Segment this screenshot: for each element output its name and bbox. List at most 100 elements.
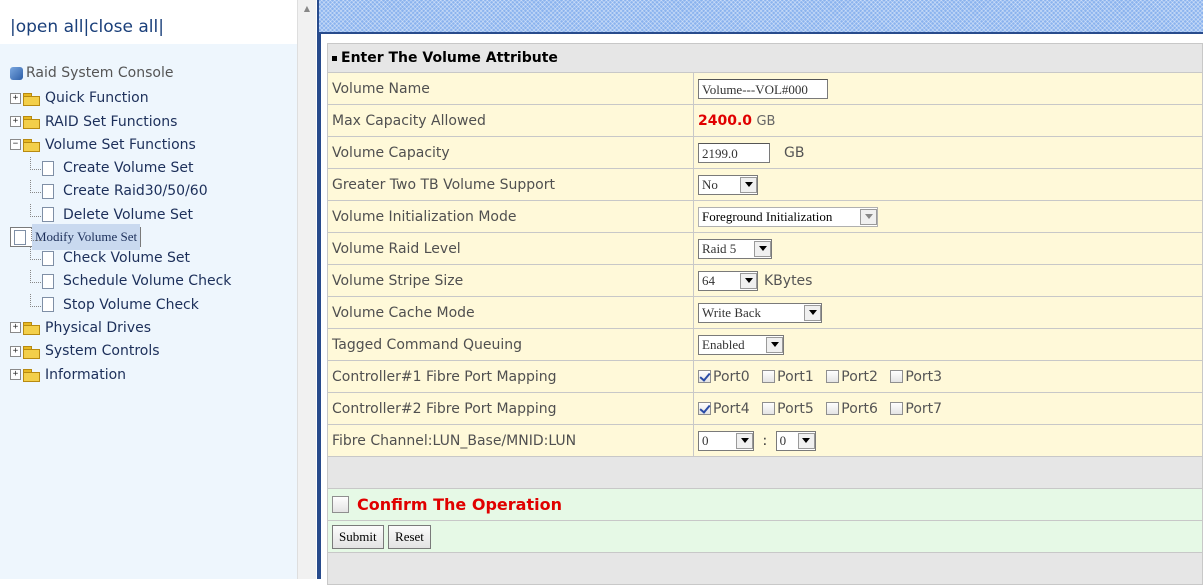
- expand-icon[interactable]: +: [10, 116, 21, 128]
- close-all-link[interactable]: close all: [89, 17, 158, 37]
- port4-checkbox[interactable]: [698, 402, 711, 415]
- tree-item-quick-function[interactable]: + Quick Function: [10, 87, 234, 110]
- stripe-size-label: Volume Stripe Size: [327, 264, 694, 297]
- row-init-mode: Volume Initialization Mode Foreground In…: [327, 200, 1203, 233]
- folder-icon: [23, 116, 40, 130]
- collapse-icon[interactable]: −: [10, 139, 21, 151]
- nav-scrollbar[interactable]: ▲: [297, 0, 316, 579]
- tree-item-system-controls[interactable]: + System Controls: [10, 340, 234, 363]
- chevron-down-icon[interactable]: [740, 272, 757, 289]
- content-header-banner: [317, 0, 1203, 34]
- expand-icon[interactable]: +: [10, 345, 21, 357]
- volume-attribute-table: Enter The Volume Attribute Volume Name V…: [327, 43, 1203, 585]
- tree-item-modify-volume-set[interactable]: Modify Volume Set: [10, 224, 142, 250]
- max-capacity-value: 2400.0: [698, 112, 753, 129]
- stripe-size-select[interactable]: 64: [698, 270, 758, 291]
- reset-button[interactable]: Reset: [388, 524, 431, 549]
- port7-label: Port7: [905, 400, 943, 417]
- ctrl1-mapping-label: Controller#1 Fibre Port Mapping: [327, 360, 694, 393]
- volume-attribute-panel: Enter The Volume Attribute Volume Name V…: [327, 43, 1203, 585]
- volume-name-label: Volume Name: [327, 72, 694, 105]
- expand-icon[interactable]: +: [10, 322, 21, 334]
- tree-item-create-raid30-50-60[interactable]: Create Raid30/50/60: [10, 180, 234, 203]
- volume-name-input[interactable]: Volume---VOL#000: [698, 78, 828, 99]
- row-lun: Fibre Channel:LUN_Base/MNID:LUN 0 : 0: [327, 424, 1203, 457]
- bullet-icon: [332, 55, 337, 61]
- expand-icon[interactable]: +: [10, 92, 21, 104]
- tree-item-raid-set-functions[interactable]: + RAID Set Functions: [10, 111, 234, 134]
- page-icon: [42, 207, 54, 223]
- page-icon: [42, 160, 54, 176]
- port5-label: Port5: [777, 400, 814, 417]
- port5-checkbox[interactable]: [762, 402, 776, 415]
- greater-two-tb-select[interactable]: No: [698, 174, 758, 195]
- tree-item-create-volume-set[interactable]: Create Volume Set: [10, 157, 234, 180]
- stripe-size-unit: KBytes: [764, 272, 813, 289]
- chevron-down-icon[interactable]: [754, 240, 771, 257]
- tree-item-label: System Controls: [45, 343, 160, 360]
- lun-label: Fibre Channel:LUN_Base/MNID:LUN: [327, 424, 694, 457]
- port1-label: Port1: [777, 368, 814, 385]
- folder-icon: [23, 369, 40, 383]
- port4-label: Port4: [713, 400, 750, 417]
- lun-base-value: 0: [702, 432, 709, 448]
- chevron-down-icon[interactable]: [860, 208, 877, 225]
- row-ctrl2-mapping: Controller#2 Fibre Port Mapping Port4 Po…: [327, 392, 1203, 425]
- page-icon: [42, 297, 54, 313]
- lun-select[interactable]: 0: [775, 430, 816, 451]
- chevron-down-icon[interactable]: [736, 432, 753, 449]
- chevron-down-icon[interactable]: [797, 432, 815, 449]
- init-mode-select[interactable]: Foreground Initialization: [698, 206, 878, 227]
- tcq-select[interactable]: Enabled: [698, 334, 784, 355]
- row-stripe-size: Volume Stripe Size 64 KBytes: [327, 264, 1203, 297]
- port3-checkbox[interactable]: [890, 370, 904, 383]
- nav-topbar: |open all|close all|: [0, 0, 297, 44]
- panel-title-text: Enter The Volume Attribute: [341, 50, 558, 66]
- row-ctrl1-mapping: Controller#1 Fibre Port Mapping Port0 Po…: [327, 360, 1203, 393]
- confirm-checkbox[interactable]: [332, 496, 349, 513]
- tree-item-label: Physical Drives: [45, 319, 152, 336]
- volume-capacity-label: Volume Capacity: [327, 136, 694, 169]
- chevron-down-icon[interactable]: [804, 304, 821, 321]
- tree-item-schedule-volume-check[interactable]: Schedule Volume Check: [10, 270, 234, 293]
- chevron-down-icon[interactable]: [766, 336, 783, 353]
- cache-mode-select[interactable]: Write Back: [698, 302, 822, 323]
- stripe-size-value: 64: [702, 272, 715, 288]
- tree-item-label: Delete Volume Set: [63, 206, 193, 223]
- scroll-up-icon[interactable]: ▲: [298, 0, 316, 18]
- cache-mode-label: Volume Cache Mode: [327, 296, 694, 329]
- raid-level-select[interactable]: Raid 5: [698, 238, 772, 259]
- port6-checkbox[interactable]: [826, 402, 840, 415]
- tree-item-label: Create Raid30/50/60: [63, 183, 208, 200]
- panel-title: Enter The Volume Attribute: [327, 43, 1203, 73]
- port1-checkbox[interactable]: [762, 370, 776, 383]
- open-all-link[interactable]: open all: [16, 17, 84, 37]
- volume-capacity-input[interactable]: 2199.0: [698, 142, 770, 163]
- cache-mode-value: Write Back: [702, 304, 762, 320]
- tree-item-information[interactable]: + Information: [10, 364, 234, 387]
- tree-item-check-volume-set[interactable]: Check Volume Set: [10, 247, 234, 270]
- tree-item-label: Check Volume Set: [63, 250, 191, 267]
- port6-label: Port6: [841, 400, 878, 417]
- page-icon: [14, 229, 26, 245]
- port0-checkbox[interactable]: [698, 370, 711, 383]
- volume-capacity-unit: GB: [784, 144, 805, 161]
- chevron-down-icon[interactable]: [740, 176, 757, 193]
- row-greater-two-tb: Greater Two TB Volume Support No: [327, 168, 1203, 201]
- folder-icon: [23, 322, 40, 336]
- navigation-frame: |open all|close all| Raid System Console…: [0, 0, 297, 579]
- port7-checkbox[interactable]: [890, 402, 904, 415]
- ctrl2-mapping-label: Controller#2 Fibre Port Mapping: [327, 392, 694, 425]
- lun-value: 0: [779, 432, 787, 448]
- row-volume-name: Volume Name Volume---VOL#000: [327, 72, 1203, 105]
- nav-tree: Raid System Console + Quick Function + RAI…: [10, 64, 234, 387]
- expand-icon[interactable]: +: [10, 369, 21, 381]
- tree-item-physical-drives[interactable]: + Physical Drives: [10, 317, 234, 340]
- submit-button[interactable]: Submit: [332, 524, 384, 549]
- console-icon: [10, 66, 23, 80]
- tree-item-stop-volume-check[interactable]: Stop Volume Check: [10, 293, 234, 317]
- port2-checkbox[interactable]: [826, 370, 840, 383]
- tree-root[interactable]: Raid System Console: [10, 62, 234, 85]
- lun-base-select[interactable]: 0: [698, 430, 754, 451]
- tree-item-volume-set-functions[interactable]: − Volume Set Functions: [10, 134, 234, 157]
